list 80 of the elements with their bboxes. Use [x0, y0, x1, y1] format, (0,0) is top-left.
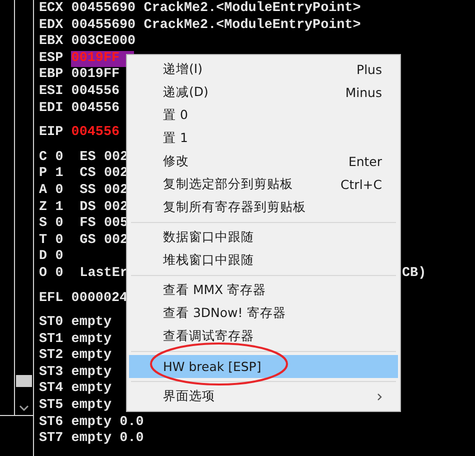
register-comment: CB)	[402, 266, 426, 282]
register-value: 003CE000	[71, 34, 136, 51]
register-name: ST0	[39, 315, 64, 332]
register-name: ST7	[39, 431, 64, 448]
shortcut-text: Minus	[345, 85, 382, 100]
menu-item[interactable]: 修改 Enter	[129, 150, 398, 173]
menu-item[interactable]: 数据窗口中跟随	[129, 226, 398, 249]
shortcut-text: Enter	[348, 154, 382, 169]
shortcut-text: Plus	[356, 62, 382, 77]
register-value: 00455690	[71, 18, 136, 34]
register-name: ST6	[39, 414, 64, 432]
register-name: ST5	[39, 398, 64, 415]
register-name: EBX	[39, 34, 64, 51]
register-value: 004556	[71, 125, 120, 142]
register-name: ESI	[39, 84, 64, 101]
register-value: empty	[71, 315, 112, 332]
chevron-down-icon[interactable]	[19, 405, 29, 411]
register-comment: 0.0	[120, 431, 144, 448]
flag-value: 0	[55, 216, 64, 233]
menu-item[interactable]: 复制所有寄存器到剪贴板	[129, 196, 398, 219]
menu-item[interactable]: HW break [ESP]	[129, 355, 398, 378]
flag-value: 0	[55, 150, 64, 166]
menu-item[interactable]: 查看 MMX 寄存器	[129, 279, 398, 302]
flag-value: 1	[55, 166, 64, 183]
menu-item[interactable]: 置 1	[129, 127, 398, 150]
menu-item[interactable]: 查看调试寄存器	[129, 325, 398, 348]
register-name: ST1	[39, 332, 64, 348]
segment-register: CS	[80, 166, 96, 183]
register-value: 00455690	[71, 1, 136, 18]
segment-register: ES	[80, 150, 96, 166]
menu-item[interactable]: 堆栈窗口中跟随	[129, 249, 398, 272]
register-value: empty	[71, 431, 112, 448]
register-value: 004556	[71, 84, 120, 101]
register-name: ST3	[39, 364, 64, 382]
flag-value: 0	[55, 266, 64, 282]
register-value: empty	[71, 364, 112, 382]
flag-value: 0	[55, 232, 64, 250]
register-value: 0000024	[71, 290, 128, 308]
menu-item[interactable]: 复制选定部分到剪贴板 Ctrl+C	[129, 173, 398, 196]
register-value: empty	[71, 348, 112, 365]
register-value: empty	[71, 398, 112, 415]
segment-register: GS	[80, 232, 96, 250]
register-value: empty	[71, 381, 112, 398]
flag-name: C	[39, 150, 48, 166]
flag-name: P	[39, 166, 48, 183]
segment-register: LastEr	[80, 266, 128, 282]
register-name: ESP	[39, 50, 64, 68]
register-value: 0019FF	[71, 67, 120, 84]
register-value: empty	[71, 414, 112, 432]
menu-item[interactable]: 置 0	[129, 104, 398, 127]
menu-item[interactable]: 查看 3DNow! 寄存器	[129, 302, 398, 325]
flag-name: O	[39, 266, 48, 282]
flag-name: Z	[39, 200, 48, 216]
register-name: EIP	[39, 125, 64, 142]
register-name: EDI	[39, 100, 64, 118]
register-name: ECX	[39, 1, 64, 18]
register-name: EBP	[39, 67, 64, 84]
register-name: ST4	[39, 381, 64, 398]
register-name: ST2	[39, 348, 64, 365]
register-name: EDX	[39, 18, 64, 34]
register-name: EFL	[39, 290, 64, 308]
menu-item[interactable]: 界面选项	[129, 385, 398, 408]
register-value: 004556	[71, 100, 120, 118]
segment-register: SS	[80, 182, 96, 200]
flag-name: S	[39, 216, 48, 233]
register-comment: CrackMe2.<ModuleEntryPoint>	[144, 1, 361, 18]
flag-name: T	[39, 232, 48, 250]
register-value: empty	[71, 332, 112, 348]
flag-value: 0	[55, 182, 64, 200]
flag-value: 0	[55, 249, 64, 266]
register-comment: CrackMe2.<ModuleEntryPoint>	[144, 18, 361, 34]
flag-name: A	[39, 182, 48, 200]
register-comment: 0.0	[120, 414, 144, 432]
shortcut-text: Ctrl+C	[340, 177, 382, 192]
flag-name: D	[39, 249, 48, 266]
segment-register: FS	[80, 216, 96, 233]
menu-item[interactable]: 递减(D) Minus	[129, 81, 398, 104]
flag-value: 1	[55, 200, 64, 216]
scrollbar-thumb[interactable]	[16, 375, 32, 387]
segment-register: DS	[80, 200, 96, 216]
